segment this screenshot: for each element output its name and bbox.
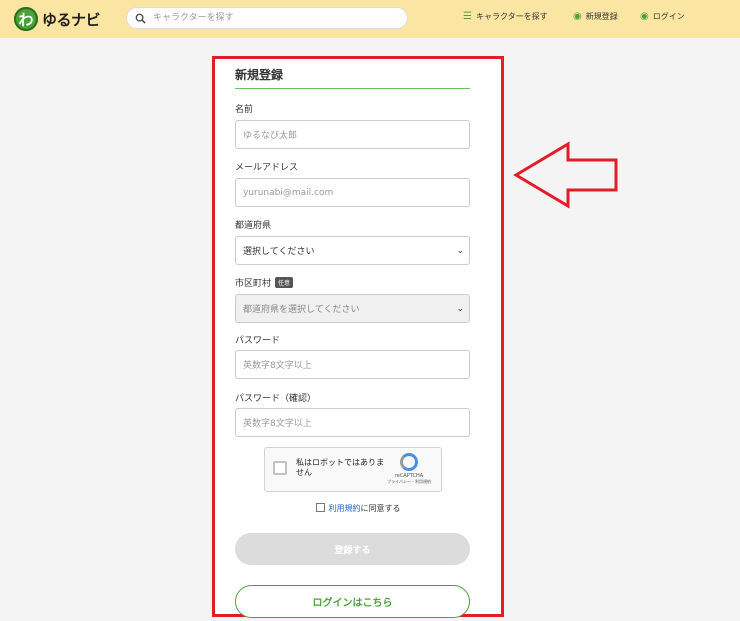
password-confirm-label: パスワード（確認） <box>235 394 317 404</box>
logo-icon: わ <box>14 7 38 31</box>
register-form-panel: 新規登録 名前 ゆるなび太郎 メールアドレス yurunabi@mail.com… <box>212 56 504 618</box>
nav-login[interactable]: ◉ ログイン <box>640 11 685 22</box>
register-button[interactable]: 登録する <box>235 533 470 565</box>
password-confirm-input[interactable]: 英数字8文字以上 <box>235 408 470 437</box>
prefecture-select[interactable]: 選択してください ⌄ <box>235 236 470 265</box>
terms-agreement: 利用規約に同意する <box>215 503 501 514</box>
search-icon <box>135 13 146 24</box>
recaptcha-checkbox[interactable] <box>273 461 287 475</box>
password-input[interactable]: 英数字8文字以上 <box>235 350 470 379</box>
recaptcha-logo: reCAPTCHA プライバシー・利用規約 <box>384 453 434 485</box>
optional-badge: 任意 <box>275 277 294 288</box>
header: わ ゆるナビ ☰ キャラクターを探す ◉ 新規登録 ◉ ログイン <box>0 0 740 38</box>
recaptcha-icon <box>400 453 418 471</box>
name-label: 名前 <box>235 105 254 115</box>
password-label: パスワード <box>235 336 281 346</box>
list-icon: ☰ <box>463 10 472 22</box>
chevron-down-icon: ⌄ <box>456 245 464 256</box>
login-link-button[interactable]: ログインはこちら <box>235 585 470 618</box>
recaptcha-links[interactable]: プライバシー・利用規約 <box>384 479 434 485</box>
terms-link[interactable]: 利用規約 <box>329 504 361 513</box>
terms-checkbox[interactable] <box>315 503 325 512</box>
city-label-row: 市区町村 任意 <box>235 276 294 289</box>
prefecture-value: 選択してください <box>243 247 315 257</box>
user-circle-icon: ◉ <box>573 10 582 22</box>
city-label: 市区町村 <box>235 279 272 289</box>
title-divider <box>235 88 470 89</box>
logo-text: ゆるナビ <box>42 10 101 29</box>
email-label: メールアドレス <box>235 163 299 173</box>
nav-label: ログイン <box>652 12 685 21</box>
recaptcha-widget: 私はロボットではありません reCAPTCHA プライバシー・利用規約 <box>264 447 442 492</box>
form-title: 新規登録 <box>235 68 284 82</box>
city-value: 都道府県を選択してください <box>243 305 360 315</box>
email-input[interactable]: yurunabi@mail.com <box>235 178 470 207</box>
city-select[interactable]: 都道府県を選択してください ⌄ <box>235 294 470 323</box>
search-input[interactable] <box>151 12 395 24</box>
user-circle-icon: ◉ <box>640 10 649 22</box>
left-arrow-icon <box>513 141 618 209</box>
chevron-down-icon: ⌄ <box>456 303 464 314</box>
name-input[interactable]: ゆるなび太郎 <box>235 120 470 149</box>
nav-register[interactable]: ◉ 新規登録 <box>573 11 618 22</box>
search-bar[interactable] <box>126 7 408 29</box>
recaptcha-text: 私はロボットではありません <box>296 458 384 477</box>
terms-text: に同意する <box>360 504 401 513</box>
nav-label: キャラクターを探す <box>475 12 548 21</box>
nav-label: 新規登録 <box>585 12 618 21</box>
logo[interactable]: わ ゆるナビ <box>14 7 101 31</box>
nav-search-characters[interactable]: ☰ キャラクターを探す <box>463 11 548 22</box>
prefecture-label: 都道府県 <box>235 221 272 231</box>
